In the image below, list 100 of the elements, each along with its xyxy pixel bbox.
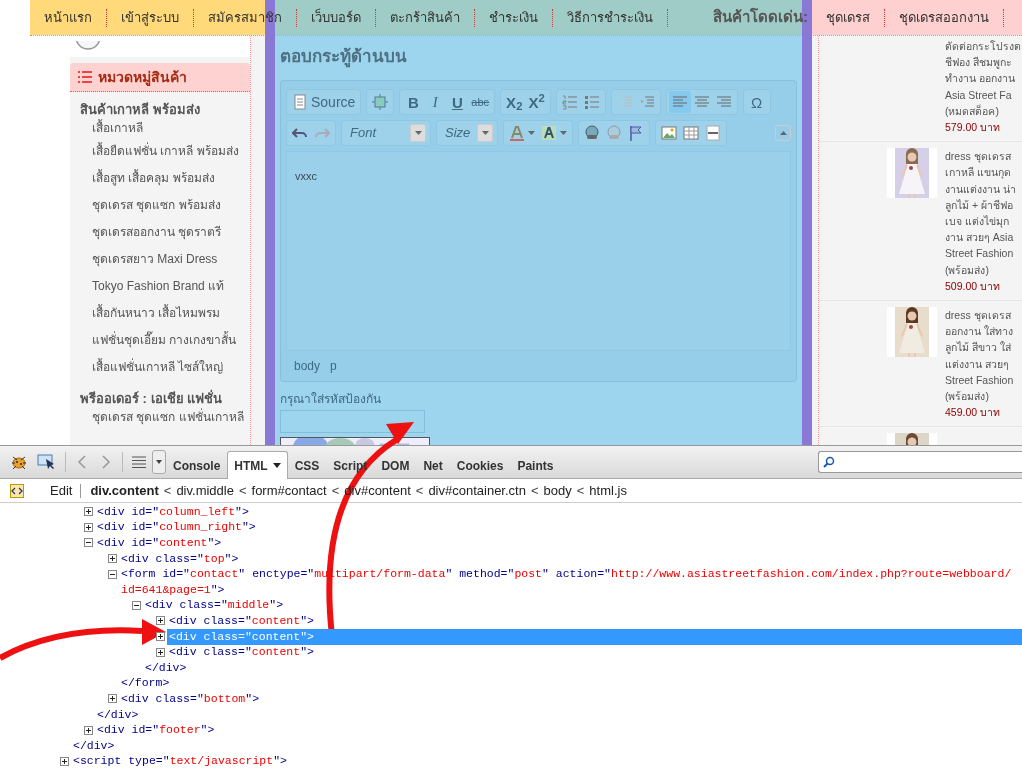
html-line[interactable]: <div class="middle"> <box>145 597 288 614</box>
expand-toggle[interactable] <box>156 632 165 642</box>
panel-tab[interactable]: CSS <box>287 452 327 478</box>
expand-toggle[interactable] <box>84 507 93 517</box>
strikethrough-button[interactable]: abc <box>468 91 493 113</box>
category-link[interactable]: ชุดเดรสยาว Maxi Dress <box>70 246 250 273</box>
caret-icon <box>528 131 535 135</box>
panel-tab[interactable]: HTML <box>227 451 288 479</box>
dropdown-button[interactable] <box>152 450 166 474</box>
product-price: 459.00 บาท <box>945 405 1002 421</box>
category-link[interactable]: Tokyo Fashion Brand แท้ <box>70 273 250 300</box>
category-link[interactable]: เสื้อสูท เสื้อคลุม พร้อมส่ง <box>70 165 250 192</box>
product-description-line: ออกงาน ใส่ทาง <box>945 324 1014 340</box>
expand-toggle[interactable] <box>84 725 93 735</box>
source-button[interactable]: Source <box>289 91 359 113</box>
collapse-button[interactable] <box>775 125 791 141</box>
breadcrumb-link[interactable]: div.middle <box>173 480 237 501</box>
html-line[interactable]: </form> <box>121 675 174 692</box>
nav-link[interactable]: เว็บบอร์ด <box>297 8 376 27</box>
category-link[interactable]: ชุดเดรส ชุดแซก พร้อมส่ง <box>70 192 250 219</box>
product-description-line: (หมดสต็อค) <box>945 103 1000 119</box>
category-link[interactable]: แฟชั่นชุดเอี๊ยม กางเกงขาสั้น <box>70 327 250 354</box>
product-description-line: ตัดต่อกระโปรงต <box>945 39 1021 54</box>
code-icon[interactable] <box>10 483 24 498</box>
indent-icon <box>638 94 655 110</box>
category-link[interactable]: เสื้อกันหนาว เสื้อไหมพรม <box>70 300 250 327</box>
html-line[interactable]: <div class="top"> <box>121 550 243 567</box>
collapse-toggle[interactable] <box>132 600 141 610</box>
text-color-icon <box>509 125 525 141</box>
caret-icon <box>156 460 162 464</box>
html-line[interactable]: <div id="footer"> <box>97 722 219 739</box>
product-price: 509.00 บาท <box>945 278 1002 294</box>
italic-button[interactable]: I <box>424 91 447 113</box>
script-button[interactable]: X$^{2}$ <box>525 91 548 113</box>
element-path-link[interactable]: body <box>294 357 321 375</box>
caret-icon <box>414 131 422 135</box>
breadcrumb-link[interactable]: div.content <box>87 480 162 501</box>
html-line[interactable]: <div class="content"> <box>169 612 318 629</box>
image-icon <box>661 125 677 141</box>
panel-tab[interactable]: Net <box>416 452 450 478</box>
expand-toggle[interactable] <box>156 616 165 626</box>
breadcrumb-link[interactable]: div#container.ctn <box>425 480 529 501</box>
nav-link[interactable]: ชำระเงิน <box>475 8 553 27</box>
product-description-line: (พร้อมส่ง) <box>945 262 990 278</box>
html-line[interactable]: <div id="content"> <box>97 535 226 551</box>
panel-tab[interactable]: DOM <box>374 452 417 478</box>
product-description-line: เกาหลี แขนกุด <box>945 165 1012 181</box>
panel-tab[interactable]: Console <box>166 452 228 478</box>
script-button[interactable]: X$_{2}$ <box>503 91 526 113</box>
expand-toggle[interactable] <box>108 694 117 704</box>
font-dropdown[interactable]: Font <box>344 122 428 144</box>
breadcrumb-link[interactable]: body <box>540 480 575 501</box>
underline-button[interactable]: U <box>446 91 469 113</box>
nav-link[interactable]: วิธีการชำระเงิน <box>553 8 668 27</box>
element-path-link[interactable]: p <box>330 357 337 375</box>
nav-link[interactable]: เข้าสู่ระบบ <box>107 8 194 27</box>
nav-link[interactable]: ชุดเดรสออกงาน <box>885 8 1004 27</box>
numbered-list-icon <box>561 94 578 110</box>
category-link[interactable]: เสื้อเกาหลี <box>70 118 250 138</box>
edit-button[interactable]: Edit <box>38 483 82 498</box>
category-link[interactable]: ชุดเดรสออกงาน ชุดราตรี <box>70 219 250 246</box>
category-link[interactable]: ชุดเดรส ชุดแซก แฟชั่นเกาหลี <box>70 407 250 427</box>
breadcrumb-separator: < <box>330 481 341 500</box>
collapse-toggle[interactable] <box>108 569 117 579</box>
expand-toggle[interactable] <box>84 522 93 532</box>
product-description-line: งานแต่งงาน น่า <box>945 181 1016 197</box>
symbol-button[interactable]: Ω <box>745 91 768 113</box>
document-icon <box>292 94 308 110</box>
panel-tab[interactable]: Paints <box>510 452 561 478</box>
round-icon <box>74 40 102 51</box>
nav-link[interactable]: ตะกร้าสินค้า <box>376 8 475 27</box>
html-line[interactable]: <div id="column_right"> <box>97 519 260 536</box>
product-description-line: เบจ แต่งไข่มุก <box>945 214 1010 230</box>
font-dropdown[interactable]: Size <box>439 122 495 144</box>
html-line[interactable]: </div> <box>73 737 119 754</box>
breadcrumb-link[interactable]: form#contact <box>248 480 330 501</box>
category-title: หมวดหมู่สินค้า <box>98 67 187 88</box>
html-line[interactable]: id=641&page=1"> <box>121 581 229 598</box>
html-line[interactable]: <script type="text/javascript"> <box>73 753 291 770</box>
html-line[interactable]: <div class="bottom"> <box>121 690 264 707</box>
bold-button[interactable]: B <box>402 91 425 113</box>
html-line[interactable]: </div> <box>145 659 191 676</box>
html-line[interactable]: </div> <box>97 706 143 723</box>
nav-link[interactable]: หน้าแรก <box>30 8 107 27</box>
search-icon <box>823 456 835 468</box>
html-line[interactable]: <div id="column_left"> <box>97 503 253 520</box>
product-description-line: dress ชุดเดรส <box>945 149 1012 165</box>
collapse-toggle[interactable] <box>84 538 93 548</box>
panel-tab[interactable]: Cookies <box>449 452 511 478</box>
html-line[interactable]: <div class="content"> <box>169 644 318 661</box>
category-link[interactable]: เสื้อยืดแฟชั่น เกาหลี พร้อมส่ง <box>70 138 250 165</box>
category-heading: สินค้าเกาหลี พร้อมส่ง <box>79 102 201 118</box>
category-link[interactable]: เสื้อแฟชั่นเกาหลี ไซส์ใหญ่ <box>70 354 250 381</box>
search-field[interactable] <box>818 451 1022 473</box>
breadcrumb-link[interactable]: html.js <box>586 480 630 501</box>
expand-toggle[interactable] <box>108 554 117 564</box>
editor-content[interactable]: vxxc <box>286 151 791 351</box>
expand-toggle[interactable] <box>156 647 165 657</box>
expand-toggle[interactable] <box>60 756 69 766</box>
nav-link[interactable]: ชุดเดรส <box>812 8 885 27</box>
